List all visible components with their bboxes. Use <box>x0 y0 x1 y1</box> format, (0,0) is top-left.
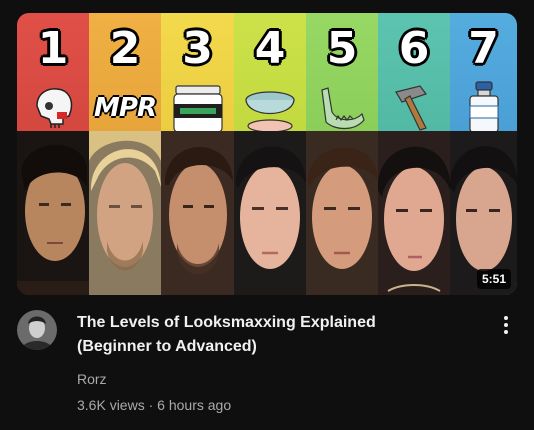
level-column-1: 1 <box>17 13 89 295</box>
person-face-3 <box>161 131 234 295</box>
jaw-icon <box>306 79 378 137</box>
level-column-2: 2 MPR <box>89 13 161 295</box>
person-face-5 <box>306 131 378 295</box>
video-metadata: 3.6K views · 6 hours ago <box>77 397 231 413</box>
avatar-image <box>17 310 57 350</box>
duration-badge: 5:51 <box>476 269 511 289</box>
person-face-2 <box>89 131 161 295</box>
channel-name[interactable]: Rorz <box>77 371 107 387</box>
level-column-7: 7 <box>450 13 517 295</box>
bowl-icon <box>234 79 306 137</box>
level-number: 7 <box>468 23 499 74</box>
level-number: 3 <box>182 23 213 74</box>
level-column-3: 3 <box>161 13 234 295</box>
person-face-6 <box>378 131 450 295</box>
level-number: 6 <box>398 23 430 74</box>
vial-icon <box>450 79 517 137</box>
view-count: 3.6K views <box>77 397 145 413</box>
channel-avatar[interactable] <box>17 310 57 350</box>
level-column-5: 5 <box>306 13 378 295</box>
mpr-label: MPR <box>94 93 157 123</box>
hammer-icon <box>378 79 450 137</box>
level-number: 1 <box>37 23 69 74</box>
level-number: 5 <box>326 23 358 74</box>
more-vert-icon[interactable] <box>496 312 516 338</box>
level-column-6: 6 <box>378 13 450 295</box>
person-face-1 <box>17 131 89 295</box>
supplement-jar-icon <box>161 79 234 137</box>
skull-icon <box>17 79 89 137</box>
meta-separator: · <box>148 397 154 413</box>
person-face-4 <box>234 131 306 295</box>
video-title[interactable]: The Levels of Looksmaxxing Explained (Be… <box>77 311 477 359</box>
level-number: 4 <box>254 23 286 74</box>
upload-age: 6 hours ago <box>157 397 232 413</box>
video-title-line-2: (Beginner to Advanced) <box>77 338 257 355</box>
level-column-4: 4 <box>234 13 306 295</box>
video-thumbnail[interactable]: 1 2 MPR 3 4 5 6 7 5:51 <box>17 13 517 295</box>
video-title-line-1: The Levels of Looksmaxxing Explained <box>77 314 376 331</box>
level-number: 2 <box>109 23 141 74</box>
